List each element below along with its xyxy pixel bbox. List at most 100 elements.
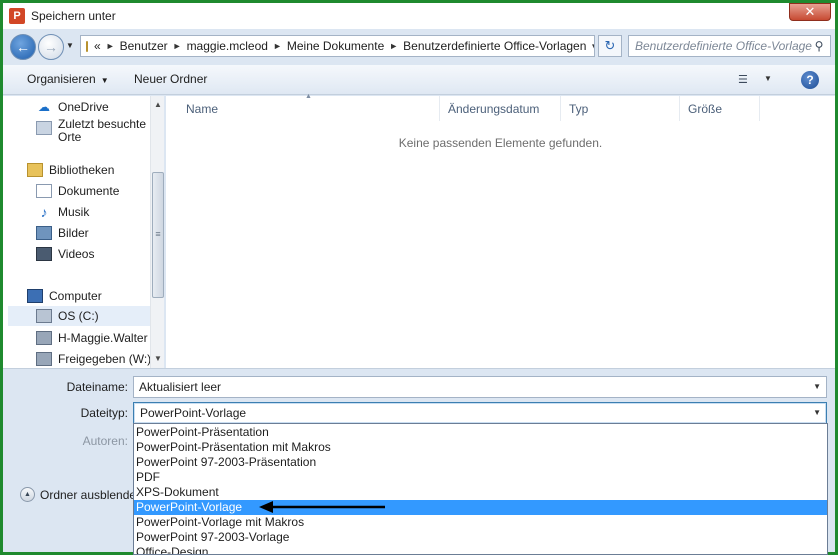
scrollbar-thumb[interactable]: ≡ — [152, 172, 164, 298]
filetype-option[interactable]: PowerPoint 97-2003-Vorlage — [134, 530, 827, 545]
chevron-down-icon[interactable]: ▼ — [813, 382, 821, 391]
search-icon: ⚲ — [814, 39, 824, 53]
column-header-size[interactable]: Größe — [680, 96, 760, 121]
new-folder-button[interactable]: Neuer Ordner — [134, 72, 207, 86]
filetype-option[interactable]: PowerPoint-Präsentation — [134, 425, 827, 440]
breadcrumb-benutzer[interactable]: Benutzer — [120, 39, 168, 53]
nav-item-label: Freigegeben (W:) — [58, 352, 150, 366]
filetype-option[interactable]: PowerPoint-Vorlage — [134, 500, 827, 515]
filetype-option[interactable]: XPS-Dokument — [134, 485, 827, 500]
annotation-arrow — [259, 501, 385, 513]
network-drive-icon — [36, 352, 52, 366]
powerpoint-icon: P — [9, 8, 25, 24]
scroll-down-icon[interactable]: ▼ — [151, 352, 164, 366]
breadcrumb-templates[interactable]: Benutzerdefinierte Office-Vorlagen — [403, 39, 586, 53]
nav-item-label: OS (C:) — [58, 309, 99, 323]
filetype-option[interactable]: PDF — [134, 470, 827, 485]
chevron-down-icon[interactable]: ▼ — [813, 408, 821, 417]
column-header-name[interactable]: Name — [178, 96, 440, 121]
forward-button[interactable]: → — [38, 34, 64, 60]
computer-icon — [27, 289, 43, 303]
nav-item-label: OneDrive — [58, 100, 109, 114]
chevron-down-icon: ▼ — [100, 76, 109, 85]
chevron-right-icon[interactable]: ► — [273, 41, 282, 51]
chevron-right-icon[interactable]: ► — [106, 41, 115, 51]
nav-item-label: Dokumente — [58, 184, 120, 198]
nav-item-label: H-Maggie.Walter — [58, 331, 148, 345]
arrow-right-icon: → — [44, 39, 58, 55]
cloud-icon: ☁ — [38, 100, 50, 114]
refresh-icon: ↻ — [604, 38, 616, 53]
navigation-pane: ☁ OneDrive Zuletzt besuchte Orte Biblioth… — [3, 96, 164, 368]
chevron-up-icon: ▲ — [20, 487, 35, 502]
arrow-left-icon: ← — [16, 39, 30, 55]
close-button[interactable]: ✕ — [789, 3, 831, 21]
search-input[interactable]: Benutzerdefinierte Office-Vorlagen durch… — [628, 35, 831, 57]
column-header-modified[interactable]: Änderungsdatum — [440, 96, 561, 121]
chevron-down-icon[interactable]: ▼ — [764, 74, 772, 83]
nav-item-h-drive[interactable]: H-Maggie.Walter — [36, 328, 150, 348]
nav-item-pictures[interactable]: Bilder — [36, 223, 164, 243]
nav-item-label: Musik — [58, 205, 90, 219]
window-title: Speichern unter — [31, 9, 116, 23]
videos-icon — [36, 247, 52, 261]
refresh-button[interactable]: ↻ — [598, 35, 622, 57]
network-drive-icon — [36, 331, 52, 345]
documents-icon — [36, 184, 52, 198]
nav-item-label: Zuletzt besuchte Orte — [58, 118, 146, 144]
filetype-option[interactable]: PowerPoint 97-2003-Präsentation — [134, 455, 827, 470]
nav-item-recent-places[interactable]: Zuletzt besuchte Orte — [36, 118, 164, 146]
nav-item-documents[interactable]: Dokumente — [36, 181, 164, 201]
chevron-right-icon[interactable]: ► — [173, 41, 182, 51]
nav-item-videos[interactable]: Videos — [36, 244, 164, 264]
navigation-scrollbar[interactable]: ▲ ≡ ▼ — [150, 96, 164, 368]
breadcrumb-overflow[interactable]: « — [94, 39, 101, 53]
back-button[interactable]: ← — [10, 34, 36, 60]
view-options-icon[interactable]: ☰ — [738, 73, 748, 86]
filename-value: Aktualisiert leer — [139, 380, 222, 394]
nav-item-label: Bilder — [58, 226, 89, 240]
drive-icon — [36, 309, 52, 323]
nav-item-onedrive[interactable]: ☁ OneDrive — [36, 97, 164, 117]
breadcrumb-documents[interactable]: Meine Dokumente — [287, 39, 384, 53]
filetype-select[interactable]: PowerPoint-Vorlage ▼ — [133, 402, 827, 424]
filetype-option[interactable]: Office-Design — [134, 545, 827, 554]
hide-folders-label: Ordner ausblenden — [40, 487, 143, 502]
pictures-icon — [36, 226, 52, 240]
scroll-up-icon[interactable]: ▲ — [151, 98, 164, 112]
libraries-icon — [27, 163, 43, 177]
filename-label: Dateiname: — [66, 380, 128, 394]
filetype-value: PowerPoint-Vorlage — [138, 406, 249, 420]
chevron-down-icon[interactable]: ▼ — [590, 42, 594, 51]
filetype-option[interactable]: PowerPoint-Präsentation mit Makros — [134, 440, 827, 455]
nav-item-libraries[interactable]: Bibliotheken — [27, 160, 164, 180]
nav-item-os-drive[interactable]: OS (C:) — [8, 306, 154, 326]
nav-item-label-line2: Orte — [58, 130, 82, 144]
breadcrumb-user[interactable]: maggie.mcleod — [187, 39, 268, 53]
organize-button[interactable]: Organisieren ▼ — [27, 72, 109, 86]
nav-item-label: Videos — [58, 247, 95, 261]
nav-item-label: Computer — [49, 289, 102, 303]
music-icon: ♪ — [40, 204, 48, 220]
nav-item-label: Bibliotheken — [49, 163, 115, 177]
nav-item-label-line1: Zuletzt besuchte — [58, 117, 147, 131]
help-icon[interactable]: ? — [801, 71, 819, 89]
search-placeholder: Benutzerdefinierte Office-Vorlagen durch… — [635, 39, 812, 53]
hide-folders-button[interactable]: ▲ Ordner ausblenden — [20, 487, 143, 502]
authors-label: Autoren: — [82, 434, 128, 448]
recent-locations-dropdown[interactable]: ▼ — [66, 41, 74, 50]
chevron-right-icon[interactable]: ► — [389, 41, 398, 51]
address-bar[interactable]: « ► Benutzer ► maggie.mcleod ► Meine Dok… — [80, 35, 595, 57]
filetype-option[interactable]: PowerPoint-Vorlage mit Makros — [134, 515, 827, 530]
nav-item-computer[interactable]: Computer — [27, 286, 164, 306]
column-header-type[interactable]: Typ — [561, 96, 680, 121]
nav-item-music[interactable]: ♪ Musik — [36, 202, 164, 222]
title-bar: P Speichern unter ✕ — [3, 3, 835, 29]
folder-icon — [86, 40, 88, 52]
nav-item-w-drive[interactable]: Freigegeben (W:) — [36, 349, 150, 368]
filename-field[interactable]: Aktualisiert leer ▼ — [133, 376, 827, 398]
recent-places-icon — [36, 121, 52, 135]
address-row: ← → ▼ « ► Benutzer ► maggie.mcleod ► Mei… — [3, 29, 835, 63]
filetype-label: Dateityp: — [80, 406, 128, 420]
file-list: ▲ Name Änderungsdatum Typ Größe Keine pa… — [166, 93, 835, 368]
